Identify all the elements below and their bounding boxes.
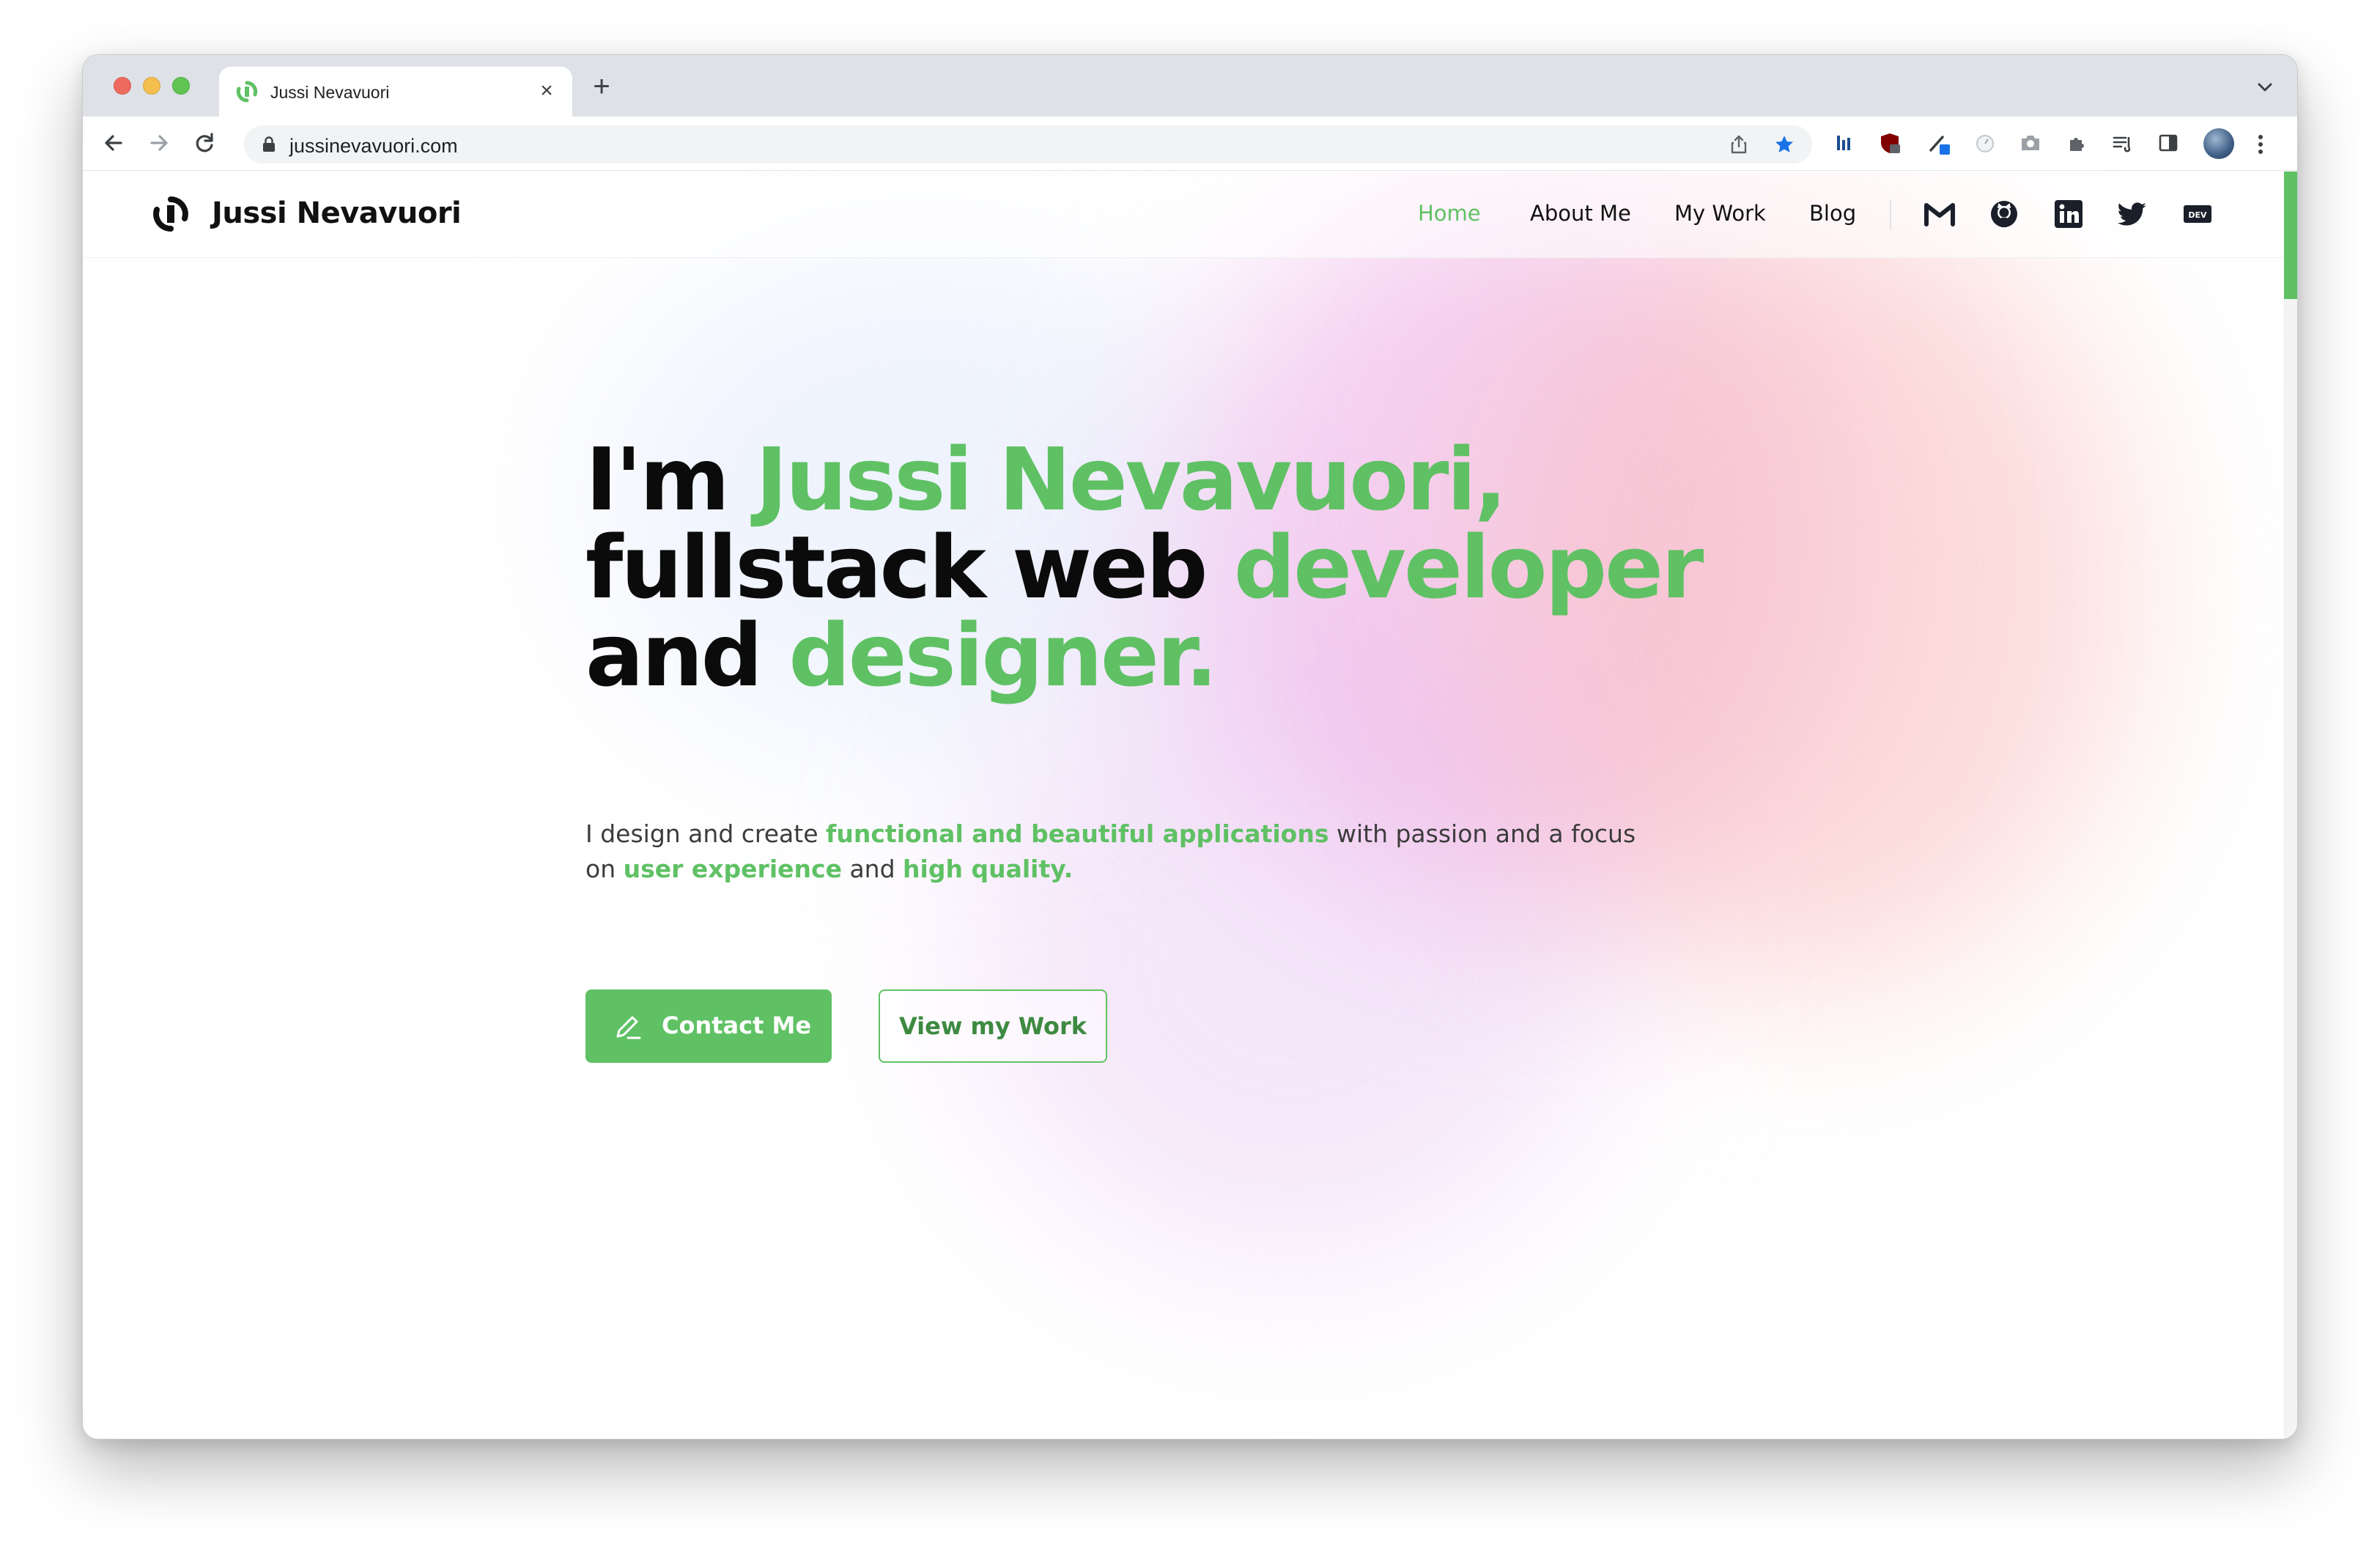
share-icon[interactable]: [1729, 134, 1749, 155]
nav-link-blog[interactable]: Blog: [1809, 201, 1856, 226]
address-bar[interactable]: jussinevavuori.com: [244, 125, 1812, 163]
timer-extension-icon[interactable]: [1973, 131, 1997, 155]
hero-text: and: [585, 605, 789, 706]
hero-description-highlight: high quality.: [903, 855, 1073, 883]
nav-divider: [1890, 199, 1891, 230]
forward-arrow-icon[interactable]: [144, 128, 174, 158]
hero-description-text: I design and create: [585, 819, 827, 848]
hero-description-highlight: functional and beautiful applications: [826, 819, 1329, 848]
gmail-icon[interactable]: [1923, 198, 1956, 230]
hero-role-highlight: developer: [1233, 517, 1704, 618]
color-picker-icon[interactable]: [1926, 131, 1950, 155]
scrollbar-track[interactable]: [2284, 172, 2297, 1439]
lock-icon[interactable]: [262, 136, 276, 152]
linkedin-icon[interactable]: [2052, 198, 2085, 230]
hero-line-1: I'm Jussi Nevavuori,: [585, 435, 1701, 523]
tab-strip: Jussi Nevavuori × +: [83, 55, 2297, 117]
hero-line-2: fullstack web developer: [585, 523, 1704, 611]
tab-search-chevron-icon[interactable]: [2252, 74, 2278, 100]
scrollbar-thumb[interactable]: [2284, 172, 2297, 299]
reload-icon[interactable]: [190, 128, 219, 158]
hero-text: fullstack web: [585, 517, 1234, 618]
view-my-work-button[interactable]: View my Work: [879, 989, 1107, 1063]
extension-bars-icon[interactable]: [1833, 131, 1856, 155]
bookmark-star-icon[interactable]: [1774, 134, 1795, 155]
back-arrow-icon[interactable]: [99, 128, 128, 158]
extensions-puzzle-icon[interactable]: [2066, 131, 2089, 155]
url-text[interactable]: jussinevavuori.com: [289, 135, 458, 158]
contact-me-button[interactable]: Contact Me: [585, 989, 832, 1063]
browser-toolbar: jussinevavuori.com: [83, 117, 2297, 171]
hero-text: I'm: [585, 429, 756, 530]
tab-close-icon[interactable]: ×: [534, 78, 559, 103]
twitter-icon[interactable]: [2117, 198, 2149, 230]
browser-window: Jussi Nevavuori × + jussinevavuori.com J…: [82, 54, 2298, 1440]
nav-link-about-me[interactable]: About Me: [1530, 201, 1631, 226]
site-header: Jussi Nevavuori Home About Me My Work Bl…: [83, 172, 2285, 258]
hero-role-highlight: designer.: [788, 605, 1218, 706]
github-icon[interactable]: [1988, 198, 2020, 230]
contact-me-label: Contact Me: [662, 1011, 812, 1039]
dev-icon[interactable]: DEV: [2181, 198, 2214, 230]
close-window-button[interactable]: [114, 77, 131, 95]
hero-heading: I'm Jussi Nevavuori, fullstack web devel…: [585, 435, 1704, 699]
side-panel-icon[interactable]: [2157, 131, 2180, 155]
browser-menu-icon[interactable]: [2253, 130, 2268, 159]
pen-icon: [616, 1016, 641, 1039]
profile-avatar[interactable]: [2203, 128, 2234, 159]
hero-description: I design and create functional and beaut…: [585, 817, 1670, 887]
hero-name-highlight: Jussi Nevavuori,: [755, 429, 1507, 530]
site-name-link[interactable]: Jussi Nevavuori: [212, 196, 462, 230]
hero-description-text: and: [841, 855, 903, 883]
nav-link-home[interactable]: Home: [1418, 201, 1481, 226]
hero-description-highlight: user experience: [623, 855, 842, 883]
ublock-shield-icon[interactable]: [1878, 131, 1902, 155]
hero-line-3: and designer.: [585, 611, 1701, 699]
site-logo-icon[interactable]: [152, 195, 190, 233]
dev-badge-text: DEV: [2188, 210, 2207, 220]
reading-list-icon[interactable]: [2111, 131, 2135, 155]
new-tab-button[interactable]: +: [587, 72, 616, 102]
nav-link-my-work[interactable]: My Work: [1674, 201, 1766, 226]
page-viewport: Jussi Nevavuori Home About Me My Work Bl…: [83, 172, 2285, 1439]
camera-icon[interactable]: [2019, 131, 2042, 155]
minimize-window-button[interactable]: [143, 77, 160, 95]
site-favicon-icon: [236, 81, 258, 103]
maximize-window-button[interactable]: [172, 77, 190, 95]
browser-tab[interactable]: Jussi Nevavuori ×: [219, 67, 572, 117]
tab-title: Jussi Nevavuori: [270, 83, 390, 102]
